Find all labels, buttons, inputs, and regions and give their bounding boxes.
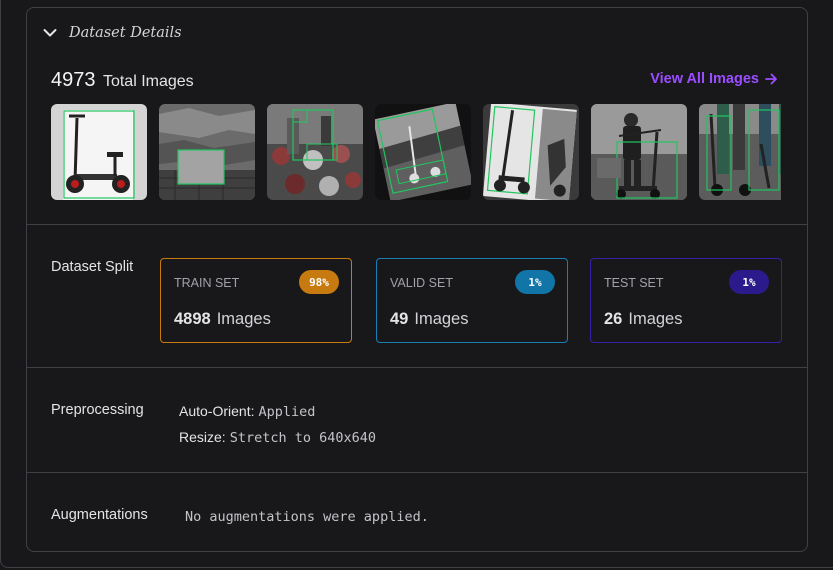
train-set-unit: Images — [216, 310, 271, 328]
thumb-legs-scooter[interactable] — [699, 104, 781, 200]
chevron-down-icon[interactable] — [43, 28, 57, 38]
augmentations-label: Augmentations — [51, 507, 148, 523]
thumb-scooter-white-bg[interactable] — [51, 104, 147, 200]
test-set-badge: 1% — [729, 270, 769, 294]
thumb-gray-wall[interactable] — [159, 104, 255, 200]
test-set-card[interactable]: TEST SET 1% 26 Images — [590, 258, 782, 343]
preprocessing-step-key: Auto-Orient: — [179, 403, 255, 419]
valid-set-card[interactable]: VALID SET 1% 49 Images — [376, 258, 568, 343]
test-set-unit: Images — [628, 310, 683, 328]
augmentations-text: No augmentations were applied. — [185, 509, 429, 525]
train-set-name: TRAIN SET — [174, 276, 240, 290]
total-images-count: 4973 — [51, 69, 96, 91]
valid-set-count: 49 — [390, 310, 409, 328]
section-title: Dataset Details — [69, 25, 182, 41]
view-all-images-label: View All Images — [650, 71, 759, 87]
thumb-crowd-inverted[interactable] — [267, 104, 363, 200]
view-all-images-link[interactable]: View All Images — [650, 71, 778, 87]
divider — [27, 224, 807, 225]
arrow-right-icon — [765, 73, 777, 85]
test-set-name: TEST SET — [604, 276, 664, 290]
preprocessing-step-value: Applied — [258, 404, 316, 420]
preprocessing-step-key: Resize: — [179, 429, 226, 445]
valid-set-badge: 1% — [515, 270, 555, 294]
preprocessing-step-auto-orient: Auto-Orient: Applied — [179, 403, 315, 420]
total-images-row: 4973 Total Images View All Images — [51, 69, 778, 93]
valid-set-count-row: 49 Images — [390, 310, 468, 329]
thumb-street-rotated[interactable] — [375, 104, 471, 200]
thumb-person-on-scooter[interactable] — [591, 104, 687, 200]
total-images-label: Total Images — [102, 73, 194, 90]
train-set-count: 4898 — [174, 310, 211, 328]
thumbnail-strip — [51, 104, 781, 201]
dataset-split-label: Dataset Split — [51, 259, 134, 275]
valid-set-unit: Images — [414, 310, 469, 328]
preprocessing-step-value: Stretch to 640x640 — [229, 430, 376, 446]
valid-set-name: VALID SET — [390, 276, 453, 290]
divider — [27, 472, 807, 473]
thumb-scooter-rotated[interactable] — [483, 104, 579, 200]
test-set-count-row: 26 Images — [604, 310, 682, 329]
dataset-details-header[interactable]: Dataset Details — [43, 23, 182, 43]
divider — [27, 367, 807, 368]
train-set-card[interactable]: TRAIN SET 98% 4898 Images — [160, 258, 352, 343]
preprocessing-label: Preprocessing — [51, 402, 144, 418]
preprocessing-step-resize: Resize: Stretch to 640x640 — [179, 429, 376, 446]
train-set-badge: 98% — [299, 270, 339, 294]
dataset-details-card: Dataset Details 4973 Total Images View A… — [26, 7, 808, 552]
train-set-count-row: 4898 Images — [174, 310, 271, 329]
test-set-count: 26 — [604, 310, 623, 328]
